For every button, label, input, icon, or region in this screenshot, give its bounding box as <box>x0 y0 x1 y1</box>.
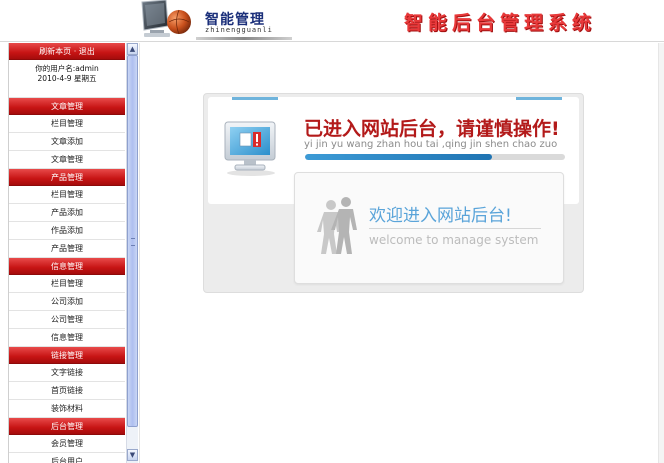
monitor-icon <box>141 0 191 37</box>
progress-bar <box>305 154 565 160</box>
sidebar-item-article-manage[interactable]: 文章管理 <box>9 151 125 169</box>
sidebar-top-links[interactable]: 刷新本页 · 退出 <box>9 43 125 60</box>
user-info: 你的用户名:admin 2010-4-9 星期五 <box>9 60 125 98</box>
sidebar-item-member-manage[interactable]: 会员管理 <box>9 435 125 453</box>
sidebar-item-info-manage[interactable]: 信息管理 <box>9 329 125 347</box>
sidebar-item-decor-materials[interactable]: 装饰材料 <box>9 400 125 418</box>
page-scroll-edge[interactable] <box>658 43 664 463</box>
notice-title: 已进入网站后台，请谨慎操作! <box>304 118 560 140</box>
progress-fill <box>305 154 493 160</box>
date-line: 2010-4-9 星期五 <box>37 74 97 83</box>
section-admin[interactable]: 后台管理 <box>9 418 125 435</box>
sidebar-item-article-add[interactable]: 文章添加 <box>9 133 125 151</box>
sidebar-item-work-add[interactable]: 作品添加 <box>9 222 125 240</box>
sidebar-item-admin-users[interactable]: 后台用户 <box>9 453 125 463</box>
welcome-panel: 欢迎进入网站后台! welcome to manage system <box>294 172 564 284</box>
frame-divider[interactable] <box>139 43 140 463</box>
header: 智能管理 zhinengguanli 智能后台管理系统 <box>0 0 664 42</box>
globe-icon <box>167 10 191 34</box>
sidebar-item-article-category[interactable]: 栏目管理 <box>9 115 125 133</box>
people-icon <box>317 197 357 254</box>
page-root: 智能管理 zhinengguanli 智能后台管理系统 刷新本页 · 退出 你的… <box>0 0 664 463</box>
computer-warning-icon <box>224 121 276 176</box>
sidebar-item-company-manage[interactable]: 公司管理 <box>9 311 125 329</box>
section-product[interactable]: 产品管理 <box>9 169 125 186</box>
section-info[interactable]: 信息管理 <box>9 258 125 275</box>
decor-bar-right <box>516 97 562 100</box>
sidebar-item-text-links[interactable]: 文字链接 <box>9 364 125 382</box>
sidebar-menu: 刷新本页 · 退出 你的用户名:admin 2010-4-9 星期五 文章管理 … <box>8 43 125 463</box>
welcome-title: 欢迎进入网站后台! <box>369 206 512 226</box>
sidebar-scrollbar[interactable]: ▲ ▼ <box>126 43 138 463</box>
user-name-line: 你的用户名:admin <box>35 64 99 73</box>
sidebar-item-company-add[interactable]: 公司添加 <box>9 293 125 311</box>
sidebar-item-product-add[interactable]: 产品添加 <box>9 204 125 222</box>
section-links[interactable]: 链接管理 <box>9 347 125 364</box>
section-article[interactable]: 文章管理 <box>9 98 125 115</box>
scroll-thumb[interactable] <box>127 55 138 427</box>
notice-pinyin: yi jin yu wang zhan hou tai ,qing jin sh… <box>304 139 558 150</box>
system-title: 智能后台管理系统 <box>404 12 597 34</box>
scroll-grip-icon <box>131 238 135 246</box>
scroll-down-icon[interactable]: ▼ <box>127 449 138 461</box>
decor-bar-left <box>232 97 278 100</box>
scroll-up-icon[interactable]: ▲ <box>127 43 138 55</box>
sidebar-item-info-category[interactable]: 栏目管理 <box>9 275 125 293</box>
sidebar: 刷新本页 · 退出 你的用户名:admin 2010-4-9 星期五 文章管理 … <box>8 43 138 463</box>
sidebar-item-product-manage[interactable]: 产品管理 <box>9 240 125 258</box>
logo-pinyin: zhinengguanli <box>205 26 273 34</box>
welcome-divider <box>369 228 541 229</box>
main-card: 已进入网站后台，请谨慎操作! yi jin yu wang zhan hou t… <box>203 93 584 293</box>
sidebar-item-product-category[interactable]: 栏目管理 <box>9 186 125 204</box>
sidebar-item-home-links[interactable]: 首页链接 <box>9 382 125 400</box>
welcome-subtitle: welcome to manage system <box>369 233 539 247</box>
logo-underline <box>196 37 292 40</box>
